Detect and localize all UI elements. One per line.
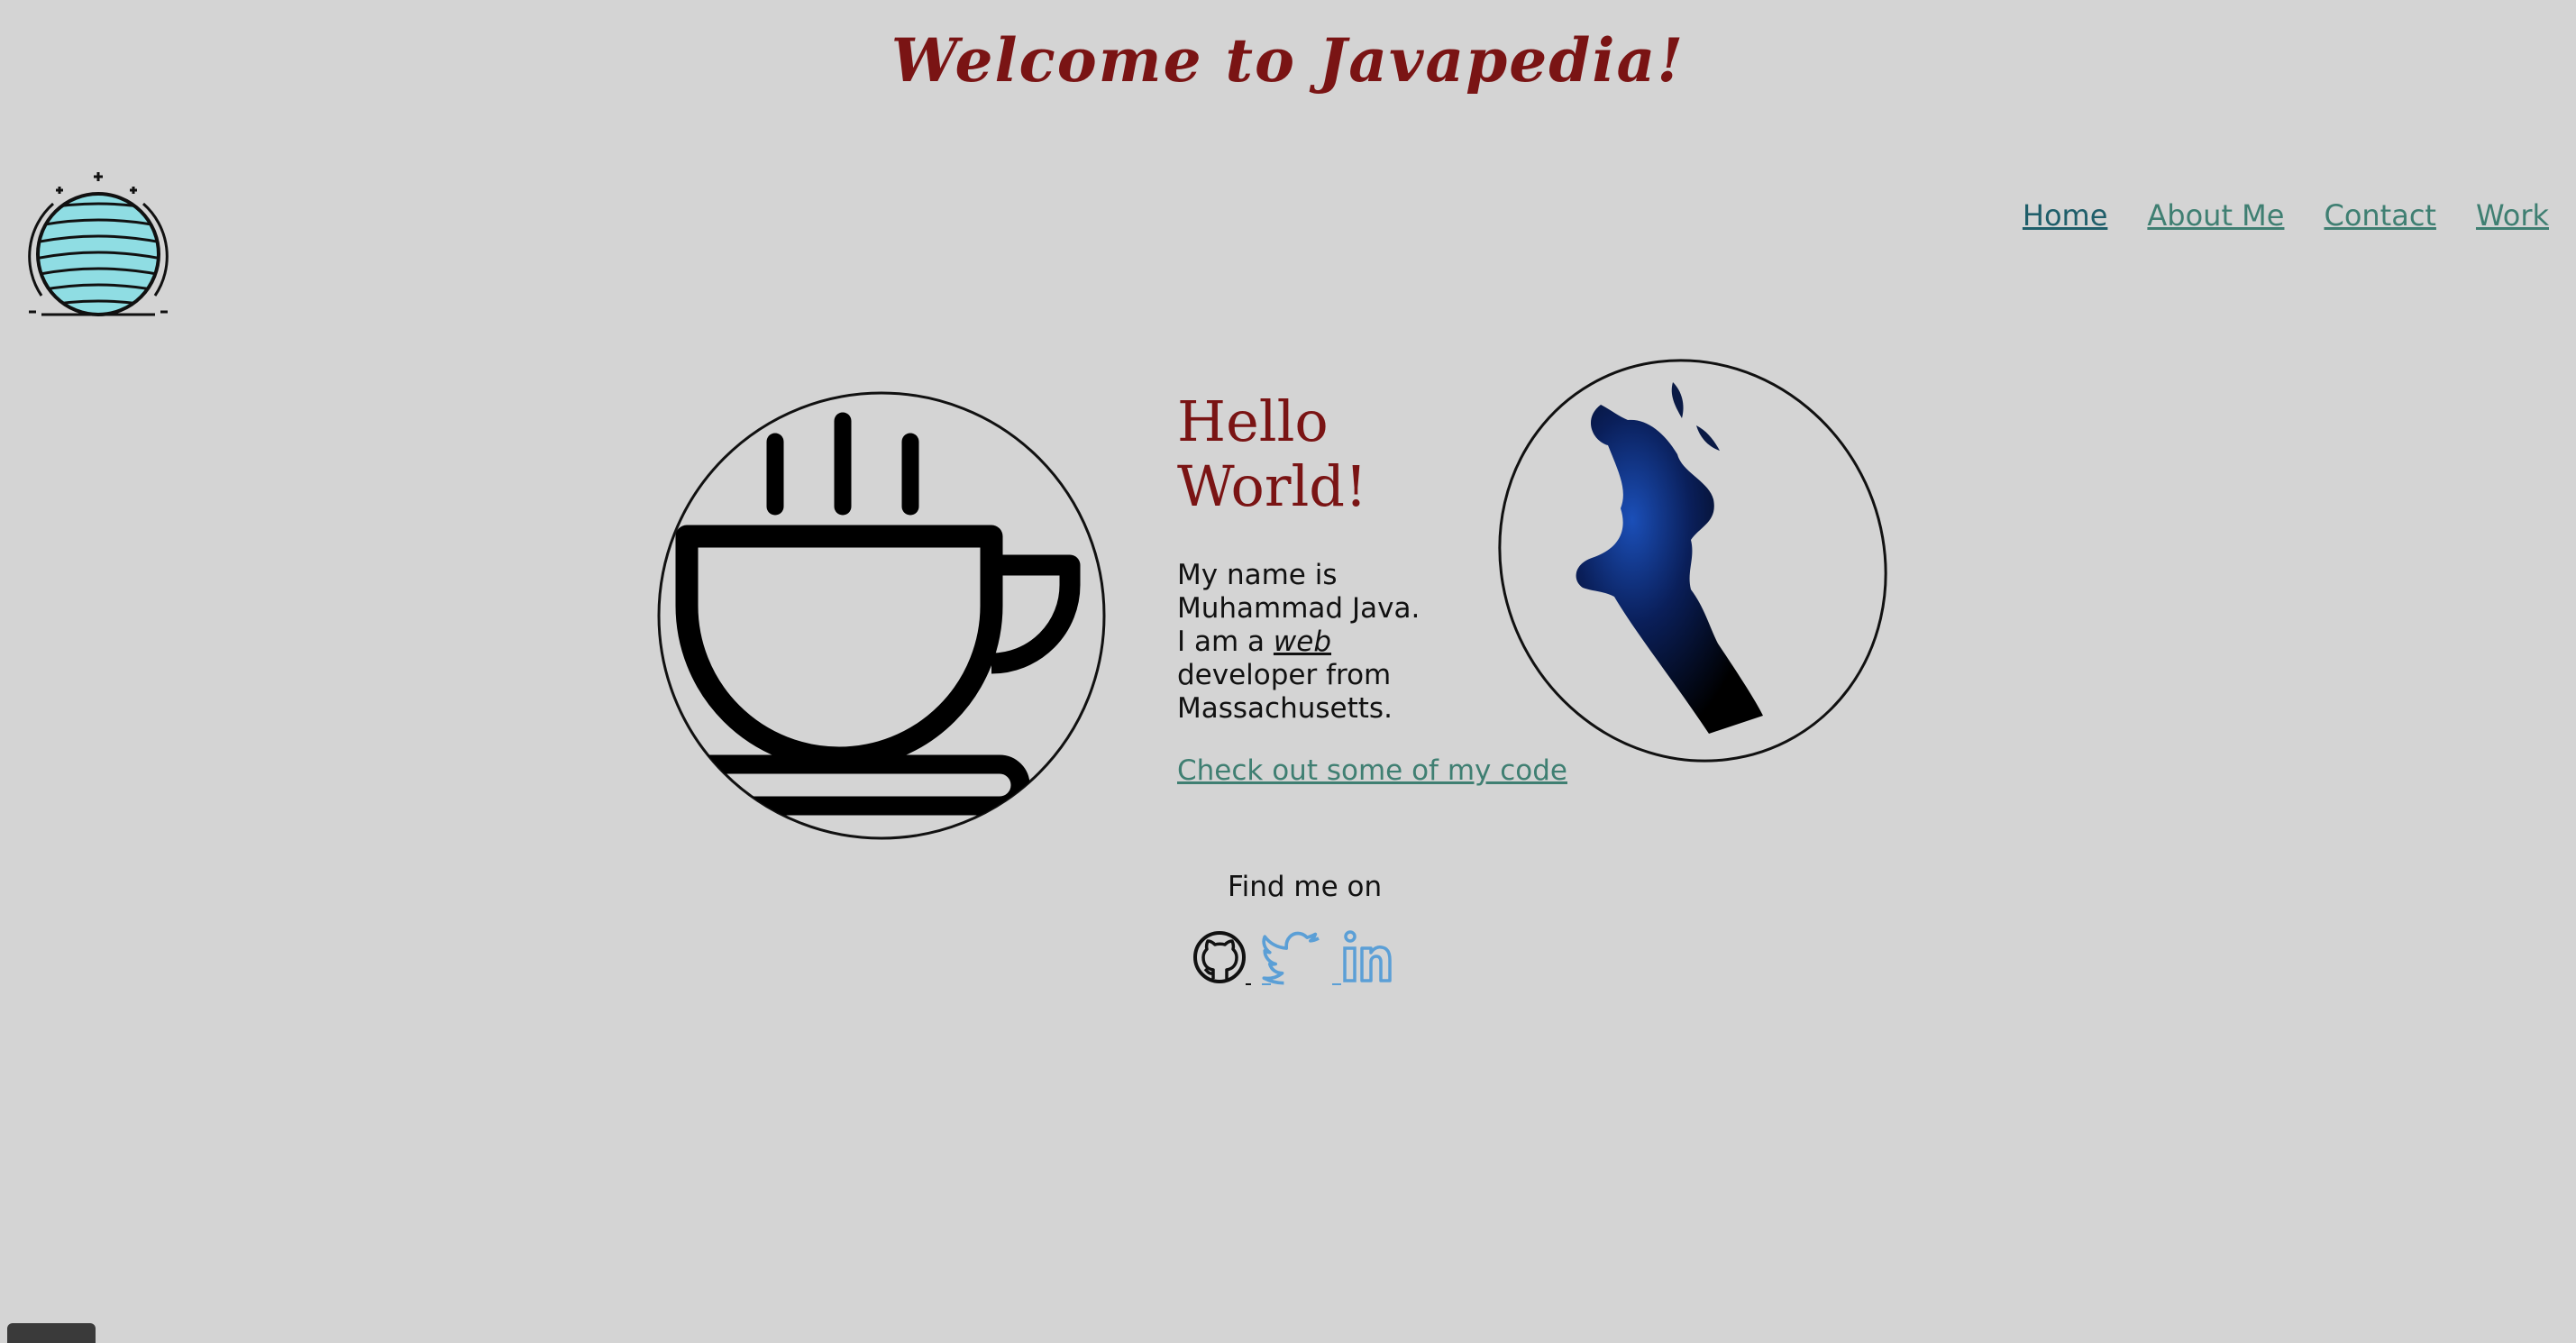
nav-about-link[interactable]: About Me [2147,198,2284,233]
hero-title-line-2: World! [1177,453,1367,519]
coffee-cup-icon [657,391,1106,840]
social-links [1192,928,1392,991]
hero-title: Hello World! [1177,389,1502,519]
page: Welcome to Javapedia! Home About Me Cont… [0,0,2576,1343]
portrait-image [1498,359,1887,763]
corner-tab[interactable] [7,1323,96,1343]
globe-logo-icon[interactable] [22,169,175,323]
bio-line-3: I am a [1177,626,1274,658]
bio-line-4: developer from [1177,659,1392,691]
main-nav: Home About Me Contact Work [2023,198,2549,233]
hero-bio: My name is Muhammad Java. I am a web dev… [1177,559,1502,726]
nav-work-link[interactable]: Work [2476,198,2549,233]
hero-section: Hello World! My name is Muhammad Java. I… [1177,389,1567,788]
linkedin-icon [1332,930,1392,985]
bio-line-2: Muhammad Java. [1177,592,1420,625]
web-link[interactable]: web [1274,626,1331,658]
nav-home-link[interactable]: Home [2023,198,2108,233]
hero-title-line-1: Hello [1177,388,1329,454]
bio-line-1: My name is [1177,559,1338,591]
github-link[interactable] [1192,928,1251,991]
twitter-icon [1262,931,1320,985]
nav-contact-link[interactable]: Contact [2324,198,2436,233]
bio-line-5: Massachusetts. [1177,692,1393,725]
twitter-link[interactable] [1262,928,1321,991]
linkedin-link[interactable] [1332,928,1392,991]
github-icon [1193,931,1251,985]
find-me-heading: Find me on [1228,871,1383,903]
site-title: Welcome to Javapedia! [891,25,1685,96]
